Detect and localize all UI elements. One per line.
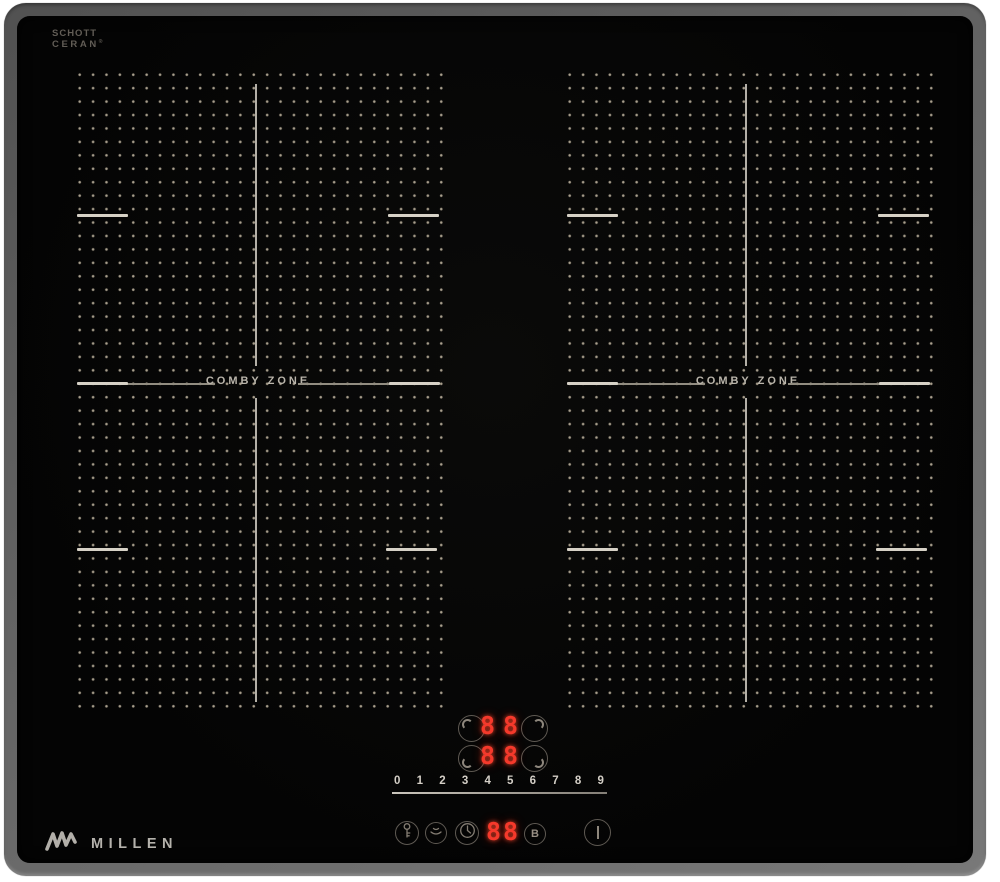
millen-logo: MILLEN — [44, 829, 178, 858]
pot-position-mark — [77, 214, 128, 217]
power-slider-digit-1[interactable]: 1 — [417, 775, 423, 787]
pot-position-mark — [389, 382, 440, 385]
keep-warm-button[interactable] — [425, 822, 447, 844]
power-slider-digit-5[interactable]: 5 — [507, 775, 513, 787]
ceran-text: CERAN® — [52, 38, 102, 49]
schott-text: SCHOTT — [52, 29, 102, 38]
pot-position-mark — [567, 214, 618, 217]
zone-corner-arc-icon — [533, 757, 544, 768]
pot-position-mark — [567, 548, 618, 551]
comby-zone-label-left: COMBY ZONE — [206, 375, 310, 387]
power-slider-digit-9[interactable]: 9 — [597, 775, 603, 787]
timer-display: 88 — [486, 819, 520, 845]
pot-position-mark — [386, 548, 437, 551]
zone-divider-line — [255, 84, 257, 366]
power-slider-digit-2[interactable]: 2 — [439, 775, 445, 787]
comby-zone-label-right: COMBY ZONE — [696, 375, 800, 387]
key-icon — [400, 822, 414, 844]
zone-select-front-right-button[interactable] — [521, 745, 548, 772]
power-slider-digit-4[interactable]: 4 — [484, 775, 490, 787]
power-slider-track[interactable] — [392, 792, 607, 794]
power-display-rear-right: 8 — [503, 713, 518, 739]
zone-select-rear-right-button[interactable] — [521, 715, 548, 742]
registered-mark: ® — [99, 39, 103, 45]
pot-position-mark — [879, 382, 930, 385]
timer-button[interactable] — [455, 821, 479, 845]
steam-arc-icon — [429, 824, 443, 842]
cooking-zone-right — [560, 64, 936, 711]
pot-position-mark — [876, 548, 927, 551]
power-slider-digit-7[interactable]: 7 — [552, 775, 558, 787]
clock-icon — [459, 822, 476, 844]
pot-position-mark — [77, 548, 128, 551]
millen-mark-icon — [44, 829, 82, 858]
power-slider-digit-0[interactable]: 0 — [394, 775, 400, 787]
child-lock-button[interactable] — [395, 821, 419, 845]
boost-button[interactable]: B — [524, 823, 546, 845]
zone-corner-arc-icon — [462, 757, 473, 768]
zone-corner-arc-icon — [533, 719, 544, 730]
pot-position-mark — [878, 214, 929, 217]
power-slider-digit-3[interactable]: 3 — [462, 775, 468, 787]
power-slider[interactable]: 0 1 2 3 4 5 6 7 8 9 — [394, 775, 604, 787]
zone-corner-arc-icon — [462, 719, 473, 730]
power-line-icon — [597, 826, 599, 839]
zone-divider-line — [255, 398, 257, 702]
power-slider-digit-8[interactable]: 8 — [575, 775, 581, 787]
power-slider-digit-6[interactable]: 6 — [530, 775, 536, 787]
pot-position-mark — [388, 214, 439, 217]
power-display-rear-left: 8 — [480, 713, 495, 739]
power-display-front-right: 8 — [503, 743, 518, 769]
power-button[interactable] — [584, 819, 611, 846]
product-photo: SCHOTT CERAN® COMBY ZONE COMBY ZONE 8 8 … — [0, 0, 1000, 882]
schott-ceran-logo: SCHOTT CERAN® — [52, 29, 102, 49]
letter-B-badge: B — [531, 829, 539, 840]
pot-position-mark — [77, 382, 128, 385]
zone-divider-line — [745, 84, 747, 366]
power-display-front-left: 8 — [480, 743, 495, 769]
cooking-zone-left — [70, 64, 446, 711]
zone-divider-line — [745, 398, 747, 702]
millen-wordmark: MILLEN — [91, 836, 178, 852]
pot-position-mark — [567, 382, 618, 385]
